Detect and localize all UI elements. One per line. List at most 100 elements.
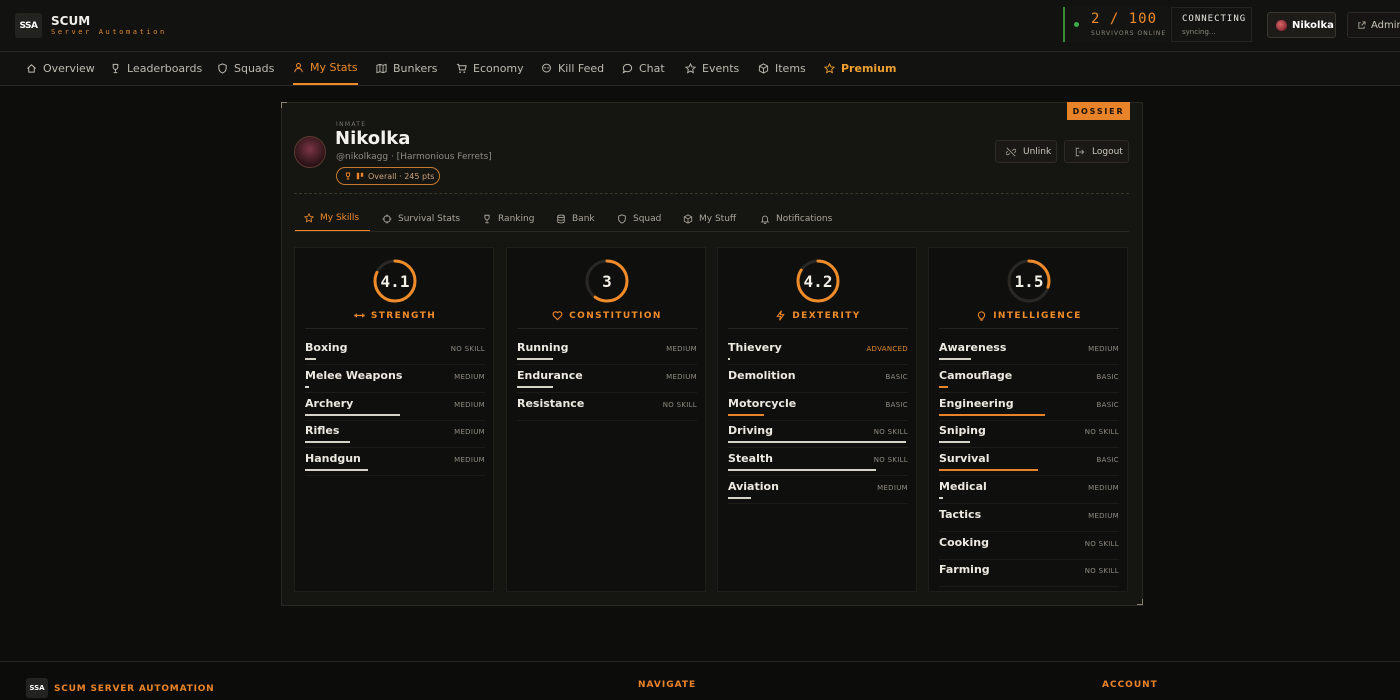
skill-row: Cooking NO SKILL <box>939 532 1119 560</box>
skill-name: Endurance <box>517 368 583 382</box>
skill-name: Medical <box>939 480 987 493</box>
skill-name: Cooking <box>939 535 989 549</box>
skull-icon <box>542 63 551 73</box>
skill-progress-bar <box>939 413 1046 416</box>
skill-level: BASIC <box>1096 400 1119 409</box>
external-link-icon <box>1358 20 1366 29</box>
divider <box>305 328 485 329</box>
skill-progress-bar <box>939 441 970 444</box>
skill-row: Stealth NO SKILL <box>728 448 908 477</box>
skill-progress-bar <box>728 441 907 444</box>
nav-label: My Stats <box>310 61 358 74</box>
nav-economy[interactable]: Economy <box>456 52 524 85</box>
nav-label: Economy <box>473 62 524 75</box>
tab-label: My Skills <box>320 212 360 223</box>
skill-level: NO SKILL <box>873 428 908 437</box>
nav-label: Overview <box>43 62 95 75</box>
nav-overview[interactable]: Overview <box>26 52 95 85</box>
skill-name: Demolition <box>728 368 796 382</box>
skill-level: MEDIUM <box>1088 511 1119 520</box>
rank-icon <box>356 172 364 180</box>
skill-row: Aviation MEDIUM <box>728 476 908 504</box>
avatar <box>294 136 326 168</box>
attribute-value: 4.1 <box>380 272 410 291</box>
skill-level: NO SKILL <box>662 400 697 409</box>
online-counter: 2 / 100 SURVIVORS ONLINE <box>1063 7 1170 42</box>
avatar <box>1276 19 1287 31</box>
skill-name: Thievery <box>728 341 782 354</box>
skill-name: Stealth <box>728 452 773 466</box>
skill-name: Survival <box>939 452 990 466</box>
nav-squads[interactable]: Squads <box>217 52 274 85</box>
rank-badge: Overall · 245 pts <box>336 167 440 185</box>
nav-premium[interactable]: Premium <box>824 52 896 85</box>
skill-row: Boxing NO SKILL <box>305 337 485 365</box>
nav-kill-feed[interactable]: Kill Feed <box>541 52 604 85</box>
connection-subtitle: syncing... <box>1182 28 1216 36</box>
inmate-handle: @nikolkagg · [Harmonious Ferrets] <box>336 152 492 162</box>
unlink-label: Unlink <box>1023 146 1052 157</box>
logout-label: Logout <box>1092 146 1123 157</box>
skill-level: MEDIUM <box>666 345 697 353</box>
skill-level: NO SKILL <box>1084 539 1119 548</box>
attribute-name: STRENGTH <box>370 310 437 321</box>
nav-leaderboards[interactable]: Leaderboards <box>110 52 202 85</box>
nav-label: Events <box>702 62 740 75</box>
skill-name: Boxing <box>305 341 348 354</box>
nav-label: Premium <box>841 62 897 75</box>
tab-label: Squad <box>633 213 662 224</box>
footer-logo[interactable]: SSA <box>26 678 48 698</box>
nav-bunkers[interactable]: Bunkers <box>376 52 438 85</box>
nav-label: Items <box>775 62 806 75</box>
skill-row: Driving NO SKILL <box>728 420 908 449</box>
skill-level: MEDIUM <box>877 484 908 492</box>
tab-bank[interactable]: Bank <box>556 205 595 232</box>
skill-progress-bar <box>728 413 764 416</box>
attribute-value: 3 <box>602 272 612 291</box>
skill-progress-bar <box>305 441 350 444</box>
bank-icon <box>557 214 565 223</box>
main-nav: Overview Leaderboards Squads My Stats Bu… <box>0 52 1400 86</box>
bulb-icon <box>978 311 986 321</box>
skill-level: MEDIUM <box>454 428 485 437</box>
skill-name: Handgun <box>305 452 361 466</box>
tab-survival-stats[interactable]: Survival Stats <box>382 205 460 232</box>
chat-icon <box>622 63 633 74</box>
brand-subtitle: Server Automation <box>51 28 167 36</box>
skill-level: BASIC <box>885 372 908 381</box>
nav-label: Leaderboards <box>127 62 203 75</box>
tab-squad[interactable]: Squad <box>617 205 661 232</box>
skill-name: Running <box>517 341 569 354</box>
logout-button[interactable]: Logout <box>1064 140 1129 163</box>
footer-navigate-heading: NAVIGATE <box>638 680 697 690</box>
home-icon <box>27 64 36 73</box>
skill-name: Motorcycle <box>728 396 797 410</box>
skill-row: Rifles MEDIUM <box>305 420 485 449</box>
attribute-name: CONSTITUTION <box>569 310 662 321</box>
bolt-icon <box>776 310 785 321</box>
tab-label: My Stuff <box>699 213 737 224</box>
user-button[interactable]: Nikolka <box>1267 12 1336 38</box>
admin-button[interactable]: Admin <box>1347 12 1400 38</box>
skill-level: BASIC <box>1096 456 1119 465</box>
skill-progress-bar <box>305 469 368 472</box>
tab-notifications[interactable]: Notifications <box>760 205 832 232</box>
nav-my-stats[interactable]: My Stats <box>293 52 358 85</box>
cart-icon <box>456 63 467 73</box>
tab-ranking[interactable]: Ranking <box>482 205 534 232</box>
skill-name: Melee Weapons <box>305 368 403 382</box>
skill-row: Camouflage BASIC <box>939 365 1119 393</box>
tab-label: Ranking <box>498 213 535 224</box>
divider <box>517 328 697 329</box>
app-logo[interactable]: SSA <box>15 13 42 38</box>
nav-events[interactable]: Events <box>685 52 739 85</box>
attribute-label: CONSTITUTION <box>507 310 707 321</box>
nav-items[interactable]: Items <box>758 52 806 85</box>
tab-my-stuff[interactable]: My Stuff <box>683 205 736 232</box>
attribute-name: DEXTERITY <box>792 310 861 321</box>
tab-my-skills[interactable]: My Skills <box>295 205 370 232</box>
skill-level: NO SKILL <box>873 456 908 465</box>
nav-chat[interactable]: Chat <box>622 52 665 85</box>
unlink-button[interactable]: Unlink <box>995 140 1057 163</box>
tab-label: Survival Stats <box>398 213 461 224</box>
